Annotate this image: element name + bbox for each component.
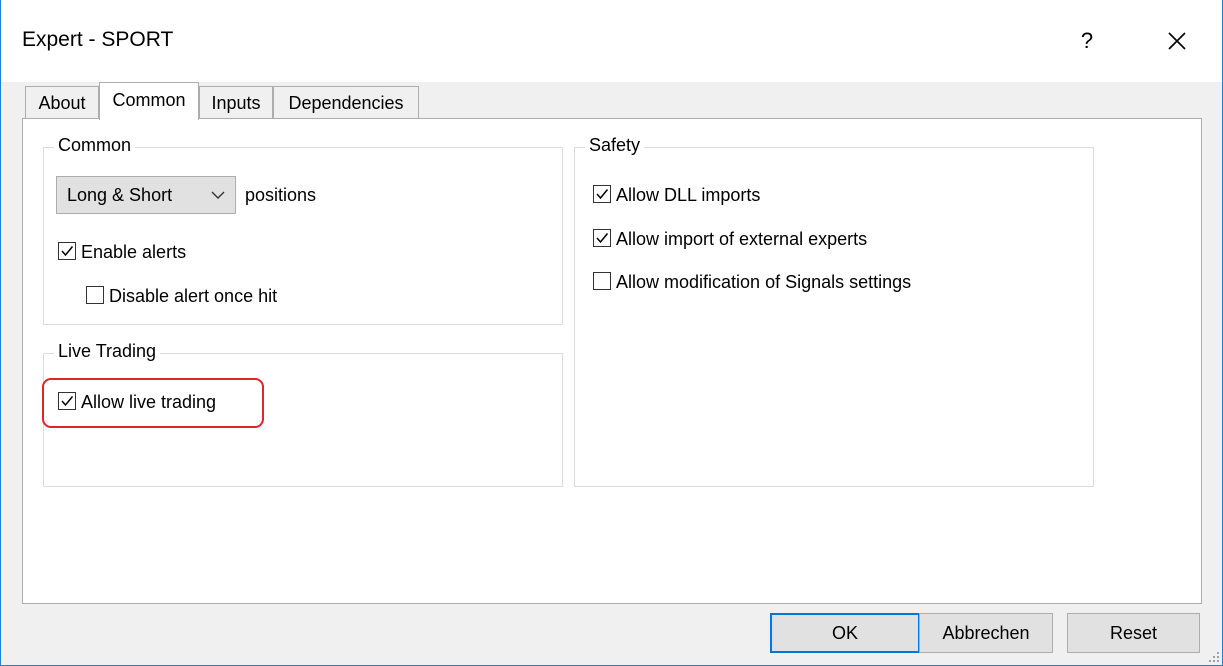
allow-signals-modification-box[interactable]	[593, 272, 611, 291]
safety-group: Safety Allow DLL imports Allow import of…	[574, 135, 1094, 487]
allow-signals-modification-label: Allow modification of Signals settings	[616, 272, 912, 292]
positions-select-value: Long & Short	[67, 185, 173, 205]
title-bar: Expert - SPORT ?	[1, 0, 1222, 82]
enable-alerts-box[interactable]	[58, 242, 76, 261]
allow-dll-imports-box[interactable]	[593, 185, 611, 204]
common-group-title: Common	[54, 135, 136, 156]
allow-signals-modification-checkbox[interactable]: Allow modification of Signals settings	[593, 270, 911, 294]
disable-alert-once-hit-checkbox[interactable]: Disable alert once hit	[86, 284, 277, 308]
allow-dll-imports-checkbox[interactable]: Allow DLL imports	[593, 183, 760, 207]
chevron-down-icon	[211, 191, 225, 199]
positions-select[interactable]: Long & Short	[56, 176, 236, 214]
close-icon	[1168, 32, 1186, 50]
checkmark-icon	[596, 233, 609, 244]
tab-about[interactable]: About	[25, 86, 99, 118]
reset-button[interactable]: Reset	[1067, 613, 1200, 653]
live-trading-group: Live Trading Allow live trading	[42, 341, 563, 487]
ok-button[interactable]: OK	[770, 613, 920, 653]
safety-group-title: Safety	[585, 135, 645, 156]
help-button[interactable]: ?	[1057, 14, 1117, 68]
common-group: Common Long & Short positions Enable ale…	[43, 135, 563, 325]
tab-inputs[interactable]: Inputs	[199, 86, 273, 118]
allow-dll-imports-label: Allow DLL imports	[616, 185, 761, 205]
checkmark-icon	[61, 246, 74, 257]
allow-live-trading-label: Allow live trading	[81, 392, 217, 412]
close-button[interactable]	[1147, 14, 1207, 68]
window-title: Expert - SPORT	[22, 28, 174, 51]
allow-live-trading-box[interactable]	[58, 392, 76, 411]
allow-import-external-checkbox[interactable]: Allow import of external experts	[593, 227, 867, 251]
resize-grip-icon[interactable]	[1206, 649, 1220, 663]
expert-dialog: Expert - SPORT ? About Common Inputs Dep…	[0, 0, 1223, 666]
disable-alert-once-hit-label: Disable alert once hit	[109, 286, 278, 306]
tab-common[interactable]: Common	[99, 82, 199, 120]
checkmark-icon	[61, 396, 74, 407]
allow-import-external-label: Allow import of external experts	[616, 229, 868, 249]
allow-import-external-box[interactable]	[593, 229, 611, 248]
checkmark-icon	[596, 189, 609, 200]
tab-panel-common: Common Long & Short positions Enable ale…	[22, 118, 1202, 604]
live-trading-group-title: Live Trading	[54, 341, 161, 362]
enable-alerts-label: Enable alerts	[81, 242, 187, 262]
enable-alerts-checkbox[interactable]: Enable alerts	[58, 240, 186, 264]
disable-alert-once-hit-box[interactable]	[86, 286, 104, 305]
allow-live-trading-checkbox[interactable]: Allow live trading	[58, 390, 216, 414]
tab-dependencies[interactable]: Dependencies	[273, 86, 419, 118]
cancel-button[interactable]: Abbrechen	[919, 613, 1053, 653]
positions-label: positions	[245, 185, 317, 205]
